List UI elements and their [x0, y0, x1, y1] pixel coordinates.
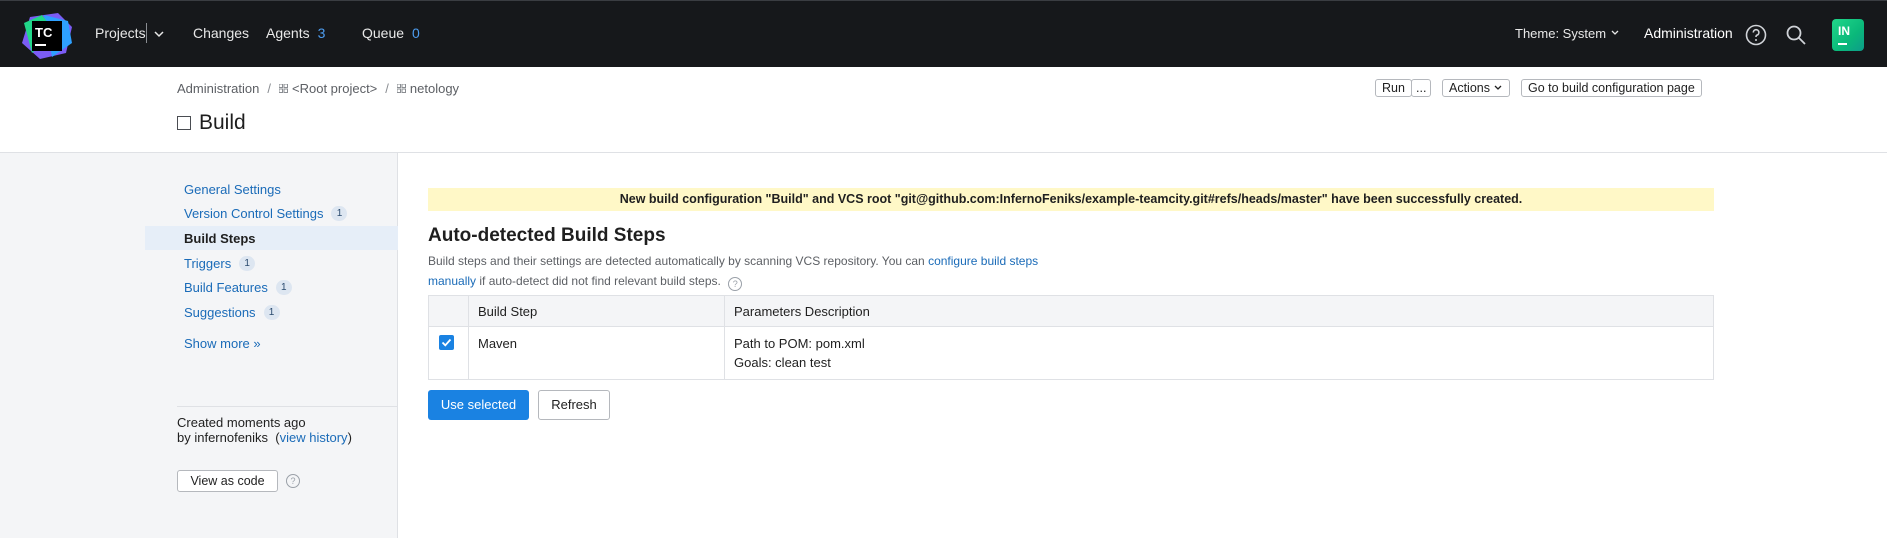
- sidebar-item-label: Version Control Settings: [184, 206, 324, 221]
- param-pom: Path to POM: pom.xml: [734, 336, 865, 351]
- count-badge: 1: [239, 256, 256, 271]
- section-title: Auto-detected Build Steps: [428, 225, 666, 246]
- use-selected-button[interactable]: Use selected: [428, 390, 529, 420]
- actions-label: Actions: [1449, 81, 1490, 95]
- project-icon: [279, 84, 288, 93]
- success-notice: New build configuration "Build" and VCS …: [428, 188, 1714, 211]
- table-cell-parameters: Path to POM: pom.xml Goals: clean test: [724, 326, 1714, 380]
- param-goals: Goals: clean test: [734, 355, 831, 370]
- manually-link[interactable]: manually: [428, 274, 476, 288]
- nav-agents-label: Agents: [266, 25, 310, 41]
- sidebar-item-build-steps[interactable]: Build Steps: [184, 231, 256, 246]
- svg-text:TC: TC: [35, 25, 53, 40]
- created-by: by infernofeniks: [177, 430, 269, 445]
- goto-build-config-button[interactable]: Go to build configuration page: [1521, 79, 1702, 97]
- step-checkbox[interactable]: [439, 335, 454, 350]
- breadcrumb-item-root-project[interactable]: <Root project>: [292, 81, 377, 96]
- nav-queue[interactable]: Queue 0: [362, 25, 420, 41]
- created-by-line: by infernofeniks (view history): [177, 430, 352, 445]
- refresh-button[interactable]: Refresh: [538, 390, 610, 420]
- count-badge: 1: [263, 305, 280, 320]
- sidebar-item-build-features[interactable]: Build Features 1: [184, 280, 292, 295]
- table-header-select: [428, 295, 469, 327]
- sidebar-divider: [177, 406, 398, 407]
- search-icon[interactable]: [1784, 23, 1808, 47]
- help-icon[interactable]: ?: [286, 474, 300, 488]
- page-header: Administration / <Root project> / netolo…: [0, 67, 1887, 153]
- build-steps-table: Build Step Parameters Description Maven …: [428, 295, 1714, 380]
- avatar-initials: IN: [1838, 24, 1850, 38]
- configure-build-steps-link[interactable]: configure build steps: [928, 254, 1038, 268]
- nav-projects[interactable]: Projects: [95, 25, 146, 41]
- avatar[interactable]: IN: [1832, 19, 1864, 51]
- nav-agents[interactable]: Agents 3: [266, 25, 325, 41]
- sidebar-item-triggers[interactable]: Triggers 1: [184, 256, 256, 271]
- view-history-link[interactable]: view history: [280, 430, 348, 445]
- view-as-code-button[interactable]: View as code: [177, 470, 278, 492]
- breadcrumb-item-administration[interactable]: Administration: [177, 81, 259, 96]
- sidebar-item-label: General Settings: [184, 182, 281, 197]
- created-info: Created moments ago by infernofeniks (vi…: [177, 415, 352, 445]
- sidebar-item-label: Suggestions: [184, 305, 256, 320]
- sidebar-item-label: Build Steps: [184, 231, 256, 246]
- queue-count: 0: [412, 25, 420, 41]
- breadcrumb-separator: /: [385, 81, 389, 96]
- chevron-down-icon: [1494, 85, 1502, 90]
- actions-dropdown[interactable]: Actions: [1442, 79, 1510, 97]
- page-title: Build: [177, 111, 246, 135]
- project-icon: [396, 84, 406, 93]
- sidebar-item-version-control[interactable]: Version Control Settings 1: [184, 206, 348, 221]
- desc-text: Build steps and their settings are detec…: [428, 254, 929, 268]
- view-history-paren: ): [347, 430, 352, 445]
- sidebar-item-label: Triggers: [184, 256, 232, 271]
- show-more-link[interactable]: Show more »: [184, 336, 261, 351]
- sidebar-active-highlight: [145, 226, 398, 250]
- top-navigation-bar: TC Projects Changes Agents 3 Queue 0 Theme…: [0, 0, 1887, 67]
- nav-divider: [146, 23, 147, 43]
- table-header-build-step: Build Step: [468, 295, 725, 327]
- chevron-down-icon[interactable]: [152, 27, 166, 41]
- nav-queue-label: Queue: [362, 25, 405, 41]
- run-options-button[interactable]: ...: [1411, 79, 1432, 97]
- sidebar-item-general-settings[interactable]: General Settings: [184, 182, 281, 197]
- nav-changes[interactable]: Changes: [193, 25, 249, 41]
- build-config-icon: [177, 116, 191, 130]
- desc-text: if auto-detect did not find relevant bui…: [476, 274, 721, 288]
- help-icon[interactable]: [1744, 23, 1768, 47]
- created-time: Created moments ago: [177, 415, 306, 430]
- checkmark-icon: [441, 338, 452, 347]
- table-row: Maven Path to POM: pom.xml Goals: clean …: [428, 326, 1714, 380]
- count-badge: 1: [275, 280, 292, 295]
- sidebar-item-label: Build Features: [184, 280, 268, 295]
- breadcrumb-separator: /: [267, 81, 271, 96]
- table-cell-select: [428, 326, 469, 380]
- table-header-row: Build Step Parameters Description: [428, 295, 1714, 327]
- breadcrumb-item-netology[interactable]: netology: [410, 81, 459, 96]
- theme-label: Theme: System: [1515, 26, 1607, 41]
- section-description: Build steps and their settings are detec…: [428, 251, 1048, 291]
- run-button[interactable]: Run: [1375, 79, 1412, 97]
- nav-administration[interactable]: Administration: [1644, 25, 1733, 41]
- teamcity-logo[interactable]: TC: [22, 13, 72, 59]
- theme-selector[interactable]: Theme: System: [1515, 26, 1620, 41]
- settings-sidebar: General Settings Version Control Setting…: [0, 153, 398, 538]
- sidebar-item-suggestions[interactable]: Suggestions 1: [184, 305, 280, 320]
- table-header-parameters: Parameters Description: [724, 295, 1714, 327]
- breadcrumb: Administration / <Root project> / netolo…: [177, 81, 459, 96]
- page-title-text: Build: [199, 111, 246, 134]
- table-cell-step: Maven: [468, 326, 725, 380]
- help-icon[interactable]: ?: [728, 277, 743, 291]
- count-badge: 1: [331, 206, 348, 221]
- agents-count: 3: [317, 25, 326, 41]
- chevron-down-icon: [1611, 30, 1619, 35]
